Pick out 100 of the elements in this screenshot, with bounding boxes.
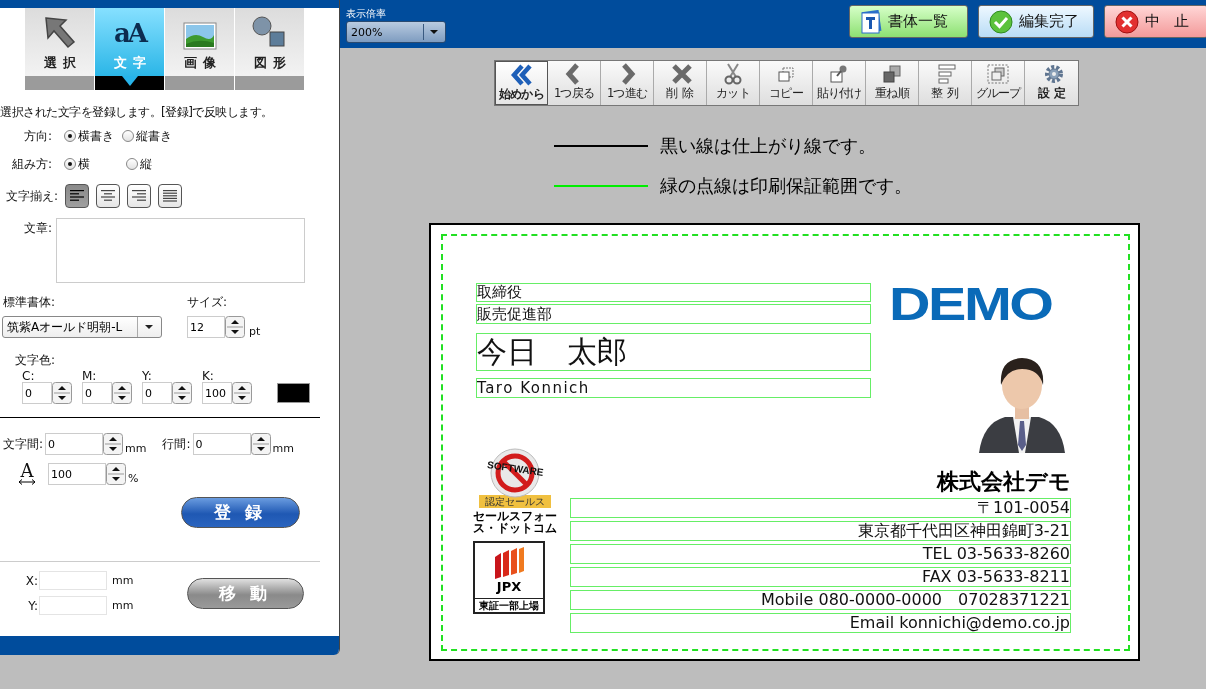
check-icon: [989, 9, 1013, 34]
toolbar-button[interactable]: カット: [707, 61, 760, 105]
toolbar-button[interactable]: 貼り付け: [813, 61, 866, 105]
bars-icon: [492, 547, 526, 579]
input-field[interactable]: [39, 596, 107, 615]
radio-button[interactable]: [122, 130, 134, 142]
badge-caption: 東証一部上場: [475, 598, 543, 612]
field-label: 文字揃え:: [4, 187, 58, 205]
close-icon: [1115, 9, 1139, 34]
bars-icon: [935, 63, 959, 85]
up-down-arrows-icon: [172, 382, 192, 404]
double-chevron-icon: [509, 64, 534, 86]
number-field[interactable]: 0: [82, 382, 112, 404]
field-label: 方向:: [22, 127, 52, 145]
finish-button[interactable]: 編集完了: [978, 5, 1094, 38]
toolbar-button[interactable]: 1つ進む: [601, 61, 654, 105]
lines-icon: [69, 188, 85, 204]
toolbar-button[interactable]: 重ね順: [866, 61, 919, 105]
radio-button[interactable]: [64, 130, 76, 142]
landscape-icon: [182, 22, 217, 50]
field-label: K:: [202, 370, 215, 382]
text-field[interactable]: Taro Konnich: [476, 378, 871, 398]
field-label: 行間:: [162, 435, 191, 453]
text-field[interactable]: 販売促進部: [476, 304, 871, 324]
legend-text: 緑の点線は印刷保証範囲です。: [660, 174, 912, 198]
radio-button[interactable]: [126, 158, 138, 170]
field-label: 文字間:: [3, 435, 44, 453]
number-field[interactable]: 0: [142, 382, 172, 404]
align-left-button[interactable]: [65, 184, 89, 208]
unit-label: mm: [112, 574, 134, 587]
up-down-arrows-icon: [52, 382, 72, 404]
spinner-button[interactable]: [103, 433, 124, 455]
spinner-button[interactable]: [250, 433, 271, 455]
text-field[interactable]: 東京都千代田区神田錦町3-21: [570, 521, 1071, 541]
up-down-arrows-icon: [103, 433, 124, 455]
text-field[interactable]: TEL 03-5633-8260: [570, 544, 1071, 564]
company-name: 株式会社デモ: [937, 468, 1071, 496]
text-field[interactable]: 取締役: [476, 283, 871, 302]
unit-label: mm: [112, 599, 134, 612]
input-field[interactable]: [39, 571, 107, 590]
document-icon: [860, 9, 882, 34]
tool-tab[interactable]: aA 文字: [95, 8, 164, 90]
field-label: 標準書体:: [3, 294, 57, 311]
stack-icon: [880, 63, 904, 85]
up-down-arrows-icon: [250, 433, 271, 455]
radio-label: 縦: [140, 155, 152, 173]
badge-text: SOFTWARE: [486, 459, 544, 478]
toolbar-button[interactable]: 1つ戻る: [548, 61, 601, 105]
toolbar-button[interactable]: コピー: [760, 61, 813, 105]
double-arrow-icon: [18, 479, 36, 485]
toolbar-button[interactable]: 削除: [654, 61, 707, 105]
instruction-text: 選択された文字を登録します。[登録]で反映します。: [0, 104, 274, 121]
spinner-button[interactable]: [52, 382, 72, 404]
tab-underline: [165, 76, 234, 90]
number-field[interactable]: 100: [48, 463, 106, 485]
cancel-button[interactable]: 中止: [1104, 5, 1206, 38]
spinner-button[interactable]: [106, 463, 126, 485]
spinner-button[interactable]: [112, 382, 132, 404]
tab-underline: [235, 76, 304, 90]
text-field[interactable]: FAX 03-5633-8211: [570, 567, 1071, 587]
group-icon: [986, 63, 1010, 85]
number-field[interactable]: 0: [22, 382, 52, 404]
tool-tab[interactable]: 選択: [25, 8, 94, 90]
radio-button[interactable]: [64, 158, 76, 170]
unit-label: mm: [125, 442, 147, 455]
text-field[interactable]: 〒101-0054: [570, 498, 1071, 518]
text-field[interactable]: Mobile 080-0000-0000 07028371221: [570, 590, 1071, 610]
number-field[interactable]: 100: [202, 382, 232, 404]
tool-tab[interactable]: 図形: [235, 8, 304, 90]
toolbar-button[interactable]: 設定: [1025, 61, 1078, 105]
number-field[interactable]: 12: [187, 316, 225, 338]
name-field[interactable]: 今日 太郎: [476, 333, 871, 371]
font-dropdown[interactable]: 筑紫Aオールド明朝-L: [2, 316, 162, 338]
number-field[interactable]: 0: [45, 433, 104, 455]
register-button[interactable]: 登録: [181, 497, 300, 528]
badge-text: JPX: [496, 579, 522, 594]
align-center-button[interactable]: [96, 184, 120, 208]
field-label: 文章:: [22, 220, 52, 237]
font-list-button[interactable]: 書体一覧: [849, 5, 968, 38]
field-label: X:: [24, 573, 38, 588]
tool-tab[interactable]: 画像: [165, 8, 234, 90]
spinner-button[interactable]: [225, 316, 245, 338]
spinner-button[interactable]: [232, 382, 252, 404]
toolbar-button[interactable]: グループ: [972, 61, 1025, 105]
align-right-button[interactable]: [127, 184, 151, 208]
radio-label: 横書き: [78, 127, 114, 145]
number-field[interactable]: 0: [192, 433, 251, 455]
legend-text: 黒い線は仕上がり線です。: [660, 134, 876, 158]
text-field[interactable]: Email konnichi@demo.co.jp: [570, 613, 1071, 633]
color-swatch[interactable]: [277, 383, 310, 403]
spinner-button[interactable]: [172, 382, 192, 404]
unit-label: mm: [272, 442, 294, 455]
radio-label: 縦書き: [136, 127, 172, 145]
unit-label: %: [128, 472, 139, 485]
toolbar-button[interactable]: 始めから: [495, 61, 548, 105]
toolbar-button[interactable]: 整列: [919, 61, 972, 105]
field-label: C:: [22, 370, 36, 382]
zoom-dropdown[interactable]: 200%: [346, 21, 446, 43]
up-down-arrows-icon: [106, 463, 126, 485]
align-justify-button[interactable]: [158, 184, 182, 208]
